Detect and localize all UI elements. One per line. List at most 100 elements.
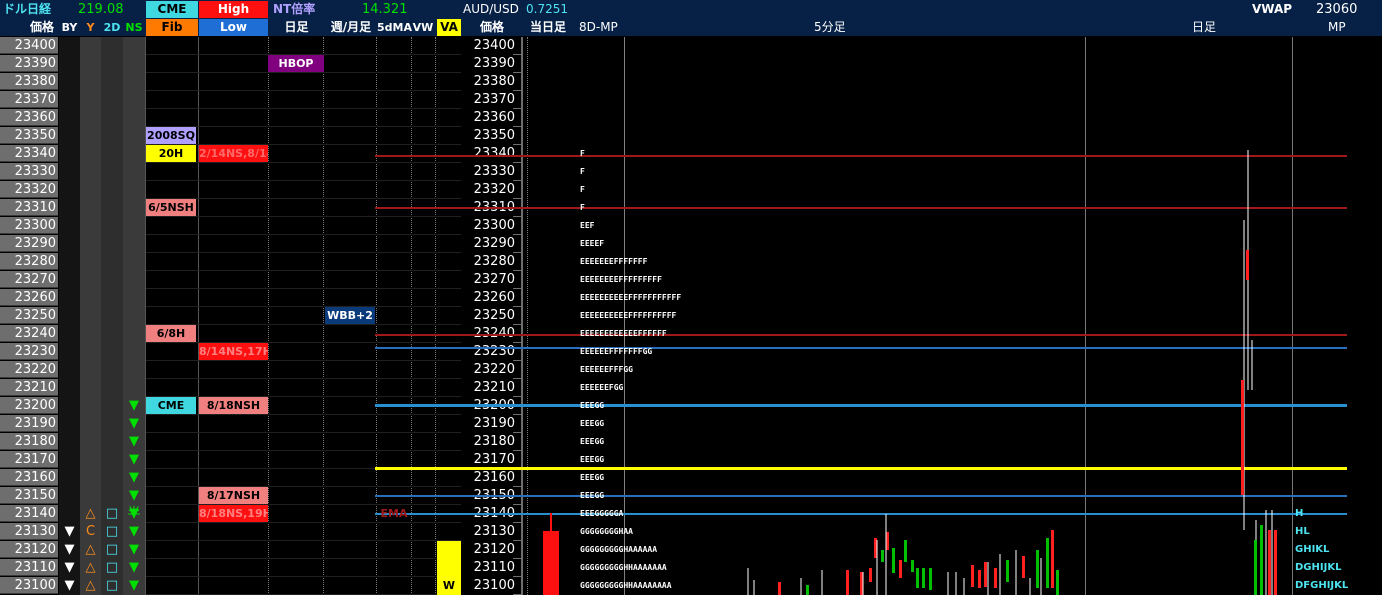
grid-row-line	[146, 486, 461, 487]
price-cell: 23170	[0, 451, 58, 468]
down-triangle-icon: ▼	[64, 542, 75, 557]
price2-cell: 23280	[461, 253, 521, 270]
price-cell: 23240	[0, 325, 58, 342]
nt-ratio-value: 14.321	[362, 2, 408, 17]
price-cell: 23380	[0, 73, 58, 90]
tpo-row: EEEEEEFGG	[580, 383, 624, 392]
price2-cell: 23190	[461, 415, 521, 432]
tpo-row: EEEGGGGGA	[580, 509, 624, 518]
price2-cell: 23350	[461, 127, 521, 144]
half-mark-icon: 半	[127, 506, 141, 521]
price-cell: 23310	[0, 199, 58, 216]
low-header[interactable]: Low	[199, 19, 268, 36]
price-cell: 23200	[0, 397, 58, 414]
price2-cell: 23330	[461, 163, 521, 180]
ns-818-tag: 8/18NS,19H	[199, 505, 268, 522]
price2-cell: 23250	[461, 307, 521, 324]
grid-row-line	[146, 90, 461, 91]
separator	[268, 37, 269, 595]
up-triangle-icon: △	[85, 542, 96, 557]
price-cell: 23150	[0, 487, 58, 504]
square-icon: □	[105, 524, 119, 539]
price2-cell: 23220	[461, 361, 521, 378]
grid-row-line	[146, 360, 461, 361]
down-triangle-icon: ▼	[64, 578, 75, 593]
down-triangle-icon: ▼	[64, 524, 75, 539]
separator	[323, 37, 324, 595]
price2-cell: 23300	[461, 217, 521, 234]
daily-bars	[1241, 150, 1277, 595]
separator	[1292, 37, 1293, 595]
5dma-header: 5dMA	[377, 21, 412, 34]
price2-col-header: 価格	[480, 20, 505, 34]
price-col-header: 価格	[30, 20, 55, 34]
grid-row-line	[146, 522, 461, 523]
grid-row-line	[146, 432, 461, 433]
down-triangle-icon: ▼	[129, 488, 139, 503]
square-icon: □	[105, 560, 119, 575]
price2-cell: 23400	[461, 37, 521, 54]
wbb-tag: WBB+2	[325, 307, 375, 324]
separator	[435, 37, 436, 595]
down-triangle-icon: ▼	[129, 542, 139, 557]
fib-header[interactable]: Fib	[146, 19, 198, 36]
by-col-header: BY	[61, 21, 78, 34]
tpo-row: EEEEEEFFFGG	[580, 365, 633, 374]
grid-row-line	[146, 504, 461, 505]
cme-header[interactable]: CME	[146, 1, 198, 18]
price-cell: 23360	[0, 109, 58, 126]
grid-row-line	[146, 378, 461, 379]
nsh-817-tag: 8/17NSH	[199, 487, 268, 504]
price-cell: 23320	[0, 181, 58, 198]
usd-nikkei-value: 219.08	[78, 2, 124, 17]
price2-cell: 23180	[461, 433, 521, 450]
grid-row-line	[146, 450, 461, 451]
price-cell: 23230	[0, 343, 58, 360]
5min-chart	[747, 514, 1059, 595]
price-cell: 23220	[0, 361, 58, 378]
price-cell: 23280	[0, 253, 58, 270]
price-cell: 23340	[0, 145, 58, 162]
price-cell: 23300	[0, 217, 58, 234]
grid-row-line	[146, 180, 461, 181]
weekly-monthly-header: 週/月足	[330, 20, 372, 34]
grid-row-line	[146, 216, 461, 217]
price-cell: 23330	[0, 163, 58, 180]
price2-cell: 23110	[461, 559, 521, 576]
daily-chart	[1241, 150, 1277, 595]
tpo-row: EEEEEEEEFFFFFFFFF	[580, 275, 662, 284]
down-triangle-icon: ▼	[129, 578, 139, 593]
5min-bars	[747, 514, 1059, 595]
price2-cell: 23230	[461, 343, 521, 360]
tpo-row: EEF	[580, 221, 595, 230]
price2-cell: 23130	[461, 523, 521, 540]
up-triangle-icon: △	[85, 506, 96, 521]
price2-cell: 23320	[461, 181, 521, 198]
price-cell: 23140	[0, 505, 58, 522]
price-cell: 23390	[0, 55, 58, 72]
separator	[145, 37, 146, 595]
price2-cell: 23340	[461, 145, 521, 162]
tpo-row: EEEGG	[580, 455, 605, 464]
ns-814-tag: 2/14NS,8/14H	[199, 145, 268, 162]
down-triangle-icon: ▼	[129, 470, 139, 485]
hbop-tag: HBOP	[268, 55, 324, 72]
ns-814b-tag: 8/14NS,17H	[199, 343, 268, 360]
cme-tag: CME	[146, 397, 196, 414]
down-triangle-icon: ▼	[129, 416, 139, 431]
audusd-label: AUD/USD	[463, 2, 519, 16]
down-triangle-icon: ▼	[129, 434, 139, 449]
grid-row-line	[146, 234, 461, 235]
va-header[interactable]: VA	[437, 19, 461, 36]
price2-cell: 23360	[461, 109, 521, 126]
grid-row-line	[146, 576, 461, 577]
audusd-value: 0.7251	[526, 2, 568, 16]
separator	[376, 37, 377, 595]
daily-bar-header: 日足	[1192, 20, 1217, 34]
tpo-row: EEEEEEFFFFFFFGG	[580, 347, 653, 356]
up-triangle-icon: △	[85, 560, 96, 575]
price2-cell: 23160	[461, 469, 521, 486]
high-header[interactable]: High	[199, 1, 268, 18]
grid-row-line	[146, 288, 461, 289]
vwap-value: 23060	[1316, 2, 1358, 17]
